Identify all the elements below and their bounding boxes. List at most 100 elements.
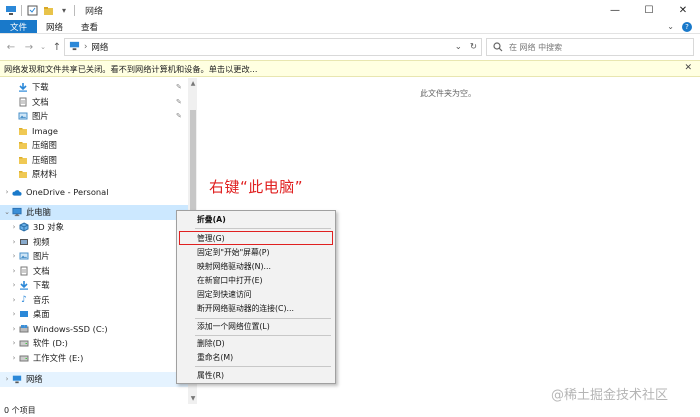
breadcrumb-separator: › [84, 42, 88, 52]
folder-icon [18, 126, 28, 136]
expand-chevron-icon[interactable]: › [9, 310, 19, 318]
download-arrow-icon [18, 82, 28, 92]
desktop-icon [19, 309, 29, 319]
sidebar-item-this-pc[interactable]: ⌄ 此电脑 [0, 205, 188, 220]
document-icon [18, 97, 28, 107]
refresh-icon[interactable]: ↻ [470, 42, 477, 52]
expand-chevron-icon[interactable]: › [9, 267, 19, 275]
sidebar-item-label: 3D 对象 [33, 222, 64, 233]
address-bar[interactable]: › 网络 ⌄ ↻ [64, 38, 482, 56]
menu-item-add-network-location[interactable]: 添加一个网络位置(L) [197, 320, 270, 333]
sidebar-item-label: 下载 [32, 82, 49, 93]
sidebar-item-drive-d[interactable]: › 软件 (D:) [0, 336, 188, 351]
video-icon [19, 237, 29, 247]
expand-chevron-icon[interactable]: › [9, 339, 19, 347]
sidebar-item-label: 网络 [26, 374, 43, 385]
search-input[interactable]: 在 网络 中搜索 [486, 38, 694, 56]
expand-chevron-icon[interactable]: › [9, 281, 19, 289]
menu-item-collapse[interactable]: 折叠(A) [197, 213, 226, 226]
download-arrow-icon [19, 280, 29, 290]
menu-item-rename[interactable]: 重命名(M) [197, 351, 233, 364]
sidebar-item-pc-documents[interactable]: › 文档 [0, 264, 188, 279]
maximize-button[interactable]: ☐ [632, 0, 666, 20]
expand-chevron-icon[interactable]: › [9, 354, 19, 362]
scroll-up-icon[interactable]: ▲ [189, 80, 197, 87]
customize-toolbar-icon[interactable]: ▾ [58, 4, 70, 16]
recent-locations-button[interactable]: ⌄ [36, 43, 50, 51]
sidebar-item-label: Windows-SSD (C:) [33, 323, 108, 334]
sidebar-item-label: 下载 [33, 280, 50, 291]
expand-chevron-icon[interactable]: › [9, 296, 19, 304]
expand-chevron-icon[interactable]: › [2, 375, 12, 383]
sidebar-item-raw-materials[interactable]: 原材料 [0, 167, 188, 182]
computer-icon [12, 207, 22, 217]
expand-chevron-icon[interactable]: › [9, 252, 19, 260]
scroll-down-icon[interactable]: ▼ [189, 395, 197, 402]
sidebar-item-label: 压缩图 [32, 140, 57, 151]
forward-button[interactable]: → [22, 42, 36, 53]
expand-chevron-icon[interactable]: › [9, 325, 19, 333]
sidebar-item-label: 图片 [32, 111, 49, 122]
help-icon[interactable]: ? [682, 21, 692, 32]
sidebar-item-pc-pictures[interactable]: › 图片 [0, 249, 188, 264]
sidebar-item-label: 文档 [33, 265, 50, 276]
sidebar-item-network[interactable]: › 网络 [0, 372, 188, 387]
sidebar-item-drive-c[interactable]: › Windows-SSD (C:) [0, 322, 188, 337]
sidebar-item-downloads[interactable]: 下载 ✎ [0, 80, 188, 95]
properties-icon[interactable] [26, 4, 38, 16]
menu-item-delete[interactable]: 删除(D) [197, 337, 225, 350]
context-menu: 折叠(A) 管理(G) 固定到"开始"屏幕(P) 映射网络驱动器(N)... 在… [176, 210, 336, 384]
menu-item-disconnect-network-drive[interactable]: 断开网络驱动器的连接(C)... [197, 302, 294, 315]
sidebar-item-label: OneDrive - Personal [26, 187, 109, 198]
sidebar-item-pictures[interactable]: 图片 ✎ [0, 109, 188, 124]
tab-network[interactable]: 网络 [37, 20, 72, 33]
tab-view[interactable]: 查看 [72, 20, 107, 33]
sidebar-item-music[interactable]: › ♪ 音乐 [0, 293, 188, 308]
chevron-down-icon[interactable]: ⌄ [2, 208, 12, 216]
expand-chevron-icon[interactable]: › [2, 188, 12, 196]
sidebar-item-videos[interactable]: › 视频 [0, 235, 188, 250]
tab-file[interactable]: 文件 [0, 20, 38, 33]
sidebar-item-compressed-2[interactable]: 压缩图 [0, 153, 188, 168]
status-bar: 0 个项目 [0, 404, 700, 417]
address-dropdown-icon[interactable]: ⌄ [455, 42, 462, 52]
sidebar-item-pc-downloads[interactable]: › 下载 [0, 278, 188, 293]
network-icon [69, 40, 80, 54]
menu-item-pin-quick-access[interactable]: 固定到快速访问 [197, 288, 252, 301]
new-folder-icon[interactable] [42, 4, 54, 16]
sidebar-item-label: 压缩图 [32, 154, 57, 165]
breadcrumb-network[interactable]: 网络 [91, 41, 108, 53]
pin-icon: ✎ [176, 112, 182, 121]
menu-divider [195, 228, 331, 229]
expand-chevron-icon[interactable]: › [9, 223, 19, 231]
menu-item-open-new-window[interactable]: 在新窗口中打开(E) [197, 274, 263, 287]
menu-item-pin-to-start[interactable]: 固定到"开始"屏幕(P) [197, 246, 270, 259]
network-discovery-infobar[interactable]: 网络发现和文件共享已关闭。看不到网络计算机和设备。单击以更改... ✕ [0, 60, 700, 77]
sidebar-item-image-folder[interactable]: Image [0, 124, 188, 139]
expand-chevron-icon[interactable]: › [9, 238, 19, 246]
navigation-pane: 下载 ✎ 文档 ✎ 图片 ✎ Image 压缩图 压缩图 原材料 › OneDr… [0, 78, 198, 404]
close-button[interactable]: ✕ [666, 0, 700, 20]
toolbar-divider [21, 4, 22, 16]
menu-item-manage[interactable]: 管理(G) [197, 232, 225, 245]
menu-item-properties[interactable]: 属性(R) [197, 369, 224, 382]
sidebar-item-drive-e[interactable]: › 工作文件 (E:) [0, 351, 188, 366]
minimize-button[interactable]: — [598, 0, 632, 20]
sidebar-item-onedrive[interactable]: › OneDrive - Personal [0, 185, 188, 200]
item-count: 0 个项目 [4, 406, 36, 415]
sidebar-item-label: 桌面 [33, 309, 50, 320]
network-icon [12, 374, 22, 384]
up-button[interactable]: ↑ [50, 42, 64, 53]
menu-item-map-network-drive[interactable]: 映射网络驱动器(N)... [197, 260, 271, 273]
sidebar-item-desktop[interactable]: › 桌面 [0, 307, 188, 322]
menu-divider [195, 335, 331, 336]
expand-ribbon-icon[interactable]: ⌄ [667, 22, 674, 31]
back-button[interactable]: ← [4, 42, 18, 53]
annotation-right-click-this-pc: 右键“此电脑” [209, 178, 304, 196]
sidebar-item-compressed-1[interactable]: 压缩图 [0, 138, 188, 153]
sidebar-item-documents[interactable]: 文档 ✎ [0, 95, 188, 110]
sidebar-item-3d-objects[interactable]: › 3D 对象 [0, 220, 188, 235]
menu-divider [195, 366, 331, 367]
infobar-close-button[interactable]: ✕ [684, 63, 692, 73]
picture-icon [18, 111, 28, 121]
